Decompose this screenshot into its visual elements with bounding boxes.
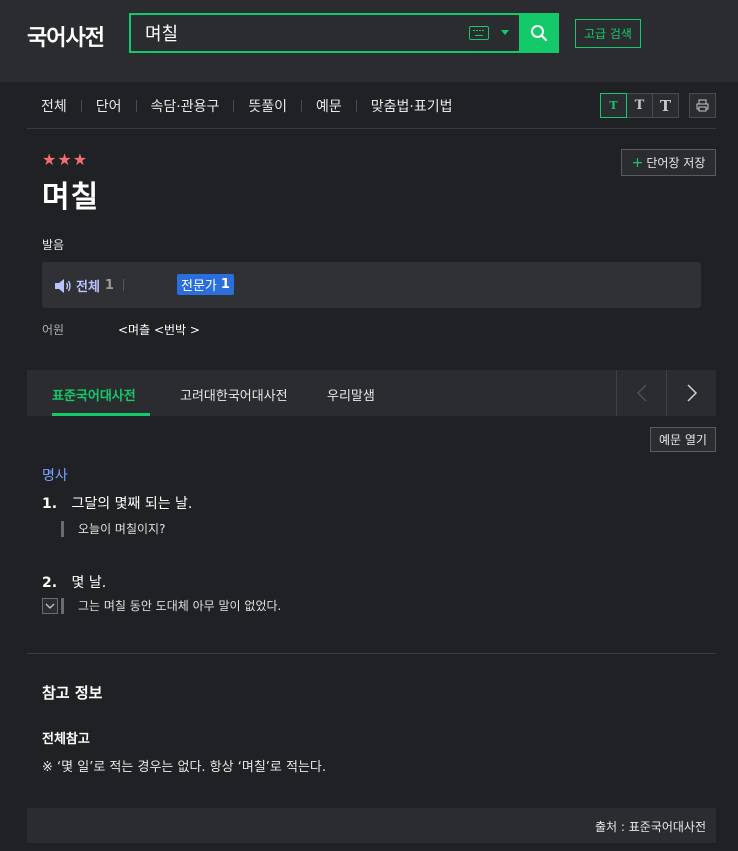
logo[interactable]: 국어사전 <box>27 20 105 52</box>
chevron-down-icon <box>45 603 55 609</box>
word-title: 며칠 <box>42 180 100 215</box>
font-size-small-button[interactable]: T <box>600 93 627 118</box>
nav-item-definition[interactable]: 뜻풀이 <box>248 96 287 116</box>
nav-divider <box>301 100 303 112</box>
nav-divider <box>355 100 357 112</box>
active-tab-indicator <box>52 413 150 416</box>
pronunciation-box: 전체 1 전문가 1 <box>42 262 701 308</box>
nav-item-example[interactable]: 예문 <box>316 96 342 116</box>
source-text: 출처 : 표준국어대사전 <box>594 820 706 834</box>
tab-next-button[interactable] <box>666 370 716 416</box>
font-size-controls: T T T <box>600 93 716 118</box>
search-box <box>129 13 559 53</box>
sense-number: 2. <box>42 575 58 591</box>
sense-2: 2. 몇 날. <box>42 572 106 592</box>
part-of-speech: 명사 <box>42 468 68 484</box>
font-size-medium-button[interactable]: T <box>626 93 653 118</box>
pronunciation-divider <box>123 279 124 291</box>
etymology-value: <며츨 <번박 > <box>118 323 200 337</box>
sense-1: 1. 그달의 몇째 되는 날. <box>42 493 192 513</box>
expert-label: 전문가 <box>181 279 217 294</box>
tab-prev-button[interactable] <box>616 370 666 416</box>
tab-standard-dictionary[interactable]: 표준국어대사전 <box>52 385 136 404</box>
chevron-down-icon[interactable] <box>501 30 509 35</box>
nav-item-spelling[interactable]: 맞춤법·표기법 <box>371 96 453 116</box>
example-toggle-button[interactable] <box>42 598 58 614</box>
category-nav: 전체 단어 속담·관용구 뜻풀이 예문 맞춤법·표기법 T T T <box>27 82 716 129</box>
etymology-label: 어원 <box>42 323 65 337</box>
dictionary-tabs: 표준국어대사전 고려대한국어대사전 우리말샘 <box>27 370 716 416</box>
reference-text: ※ ‘몇 일’로 적는 경우는 없다. 항상 ‘며칠’로 적는다. <box>42 760 327 775</box>
tab-urimalsaem[interactable]: 우리말샘 <box>327 385 375 404</box>
speaker-icon <box>55 278 71 293</box>
reference-title: 참고 정보 <box>42 684 103 702</box>
save-to-wordbook-button[interactable]: + 단어장 저장 <box>621 149 716 176</box>
search-button[interactable] <box>519 13 559 53</box>
sense-text: 그달의 몇째 되는 날. <box>71 496 193 512</box>
nav-divider <box>80 100 82 112</box>
nav-item-word[interactable]: 단어 <box>96 96 122 116</box>
pronunciation-all-label: 전체 <box>76 280 100 295</box>
save-button-label: 단어장 저장 <box>646 156 706 170</box>
chevron-left-icon <box>636 384 647 402</box>
pronunciation-all[interactable]: 전체 1 <box>54 276 114 295</box>
tab-korea-univ-dictionary[interactable]: 고려대한국어대사전 <box>180 385 288 404</box>
section-divider <box>27 653 716 654</box>
print-icon <box>696 99 709 112</box>
pronunciation-expert-badge[interactable]: 전문가 1 <box>177 274 234 295</box>
pronunciation-all-count: 1 <box>104 278 114 293</box>
plus-icon: + <box>631 154 644 171</box>
sense-1-example: 오늘이 며칠이지? <box>61 521 165 537</box>
importance-stars: ★★★ <box>42 150 89 169</box>
sense-number: 1. <box>42 496 58 512</box>
search-icon <box>531 25 548 42</box>
nav-divider <box>233 100 235 112</box>
chevron-right-icon <box>686 384 697 402</box>
source-bar: 출처 : 표준국어대사전 <box>27 808 716 843</box>
sense-2-example: 그는 며칠 동안 도대체 아무 말이 없었다. <box>61 598 281 614</box>
nav-item-idiom[interactable]: 속담·관용구 <box>151 96 220 116</box>
reference-subtitle: 전체참고 <box>42 732 90 747</box>
font-size-large-button[interactable]: T <box>652 93 679 118</box>
sense-text: 몇 날. <box>71 575 107 591</box>
open-examples-button[interactable]: 예문 열기 <box>650 427 716 452</box>
keyboard-icon[interactable] <box>469 26 489 40</box>
expert-count: 1 <box>220 277 230 292</box>
print-button[interactable] <box>689 93 716 118</box>
advanced-search-button[interactable]: 고급 검색 <box>575 19 641 48</box>
pronunciation-label: 발음 <box>42 238 65 252</box>
nav-item-all[interactable]: 전체 <box>41 96 67 116</box>
header: 국어사전 고급 검색 <box>0 0 738 82</box>
search-input[interactable] <box>145 21 445 45</box>
nav-divider <box>135 100 137 112</box>
